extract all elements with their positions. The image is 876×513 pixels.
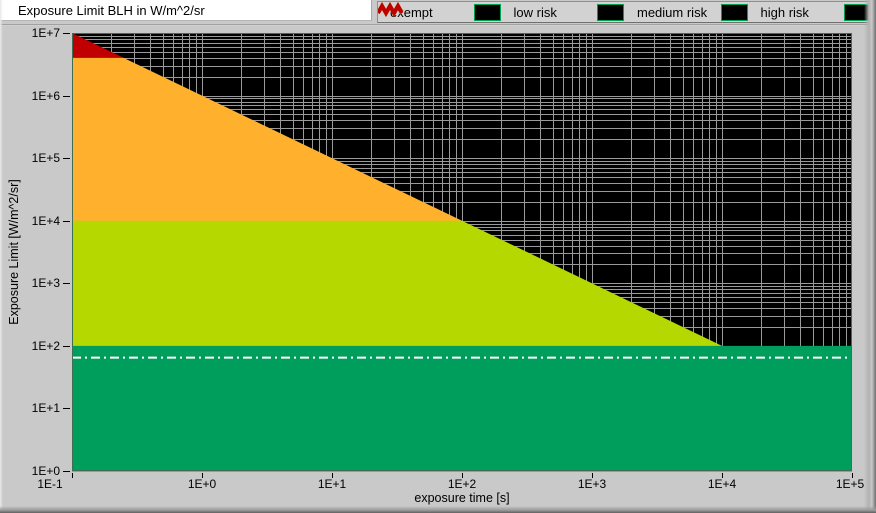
window-border-left	[0, 0, 3, 513]
window-border-bottom	[0, 506, 876, 513]
y-axis-title: Exposure Limit [W/m^2/sr]	[7, 179, 21, 324]
xy-graph-plot-area	[0, 0, 876, 513]
window-border-right	[864, 0, 876, 513]
y-tick-label: 1E+7	[0, 26, 60, 40]
x-tick-label: 1E+5	[836, 477, 864, 491]
x-tick-label: 1E+1	[318, 477, 346, 491]
x-tick-label: 1E+0	[188, 477, 216, 491]
x-tick-label: 1E+2	[448, 477, 476, 491]
x-tick-label: 1E+3	[578, 477, 606, 491]
y-tick-label: 1E+5	[0, 151, 60, 165]
y-tick-label: 1E+2	[0, 339, 60, 353]
x-tick-label: 1E-1	[37, 477, 62, 491]
x-tick-label: 1E+4	[708, 477, 736, 491]
y-tick-label: 1E+1	[0, 401, 60, 415]
x-axis-title: exposure time [s]	[414, 491, 509, 505]
y-tick-label: 1E+0	[0, 464, 60, 478]
graph-window: Exposure Limit BLH in W/m^2/sr exemptlow…	[0, 0, 876, 513]
region-exempt	[72, 346, 852, 471]
y-tick-label: 1E+6	[0, 89, 60, 103]
